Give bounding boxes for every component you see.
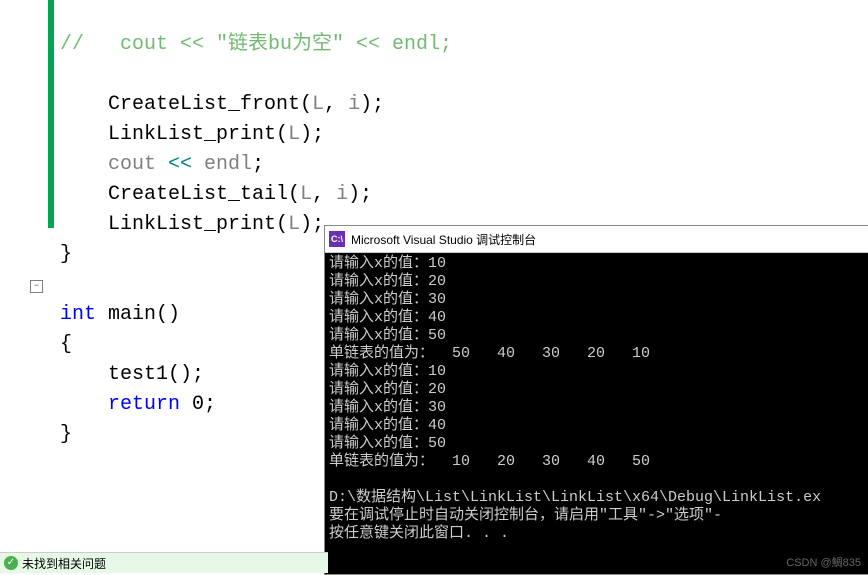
code-token: endl (204, 153, 252, 176)
console-titlebar[interactable]: C:\ Microsoft Visual Studio 调试控制台 (325, 226, 868, 253)
code-line: } (60, 423, 72, 446)
code-line: { (60, 333, 72, 356)
code-token: L (288, 123, 300, 146)
code-token: LinkList_print (108, 213, 276, 236)
code-token: L (312, 93, 324, 116)
code-token: cout (108, 153, 156, 176)
code-token: CreateList_front (108, 93, 300, 116)
code-token: ( (300, 93, 312, 116)
code-token: , (324, 93, 348, 116)
code-token: i (348, 93, 360, 116)
debug-console-window: C:\ Microsoft Visual Studio 调试控制台 请输入x的值… (324, 225, 868, 575)
code-token: L (300, 183, 312, 206)
code-line: // cout << "链表bu为空" << endl; (60, 33, 452, 56)
code-token: test1 (108, 363, 168, 386)
code-token: i (336, 183, 348, 206)
gutter: − (0, 0, 48, 573)
console-title-text: Microsoft Visual Studio 调试控制台 (351, 231, 536, 248)
status-bar: ✓ 未找到相关问题 (0, 552, 328, 573)
code-token: (); (168, 363, 204, 386)
code-line: } (60, 243, 72, 266)
code-token: ; (252, 153, 264, 176)
code-token: CreateList_tail (108, 183, 288, 206)
watermark: CSDN @鯛835 (786, 554, 861, 570)
code-token: ( (276, 123, 288, 146)
collapse-icon[interactable]: − (30, 280, 43, 293)
status-text: 未找到相关问题 (22, 555, 106, 572)
code-token: ( (276, 213, 288, 236)
code-token: 0; (180, 393, 216, 416)
code-token: L (288, 213, 300, 236)
code-token: int (60, 303, 96, 326)
code-token: ( (288, 183, 300, 206)
code-token: return (108, 393, 180, 416)
console-icon: C:\ (329, 231, 345, 247)
status-check-icon: ✓ (4, 556, 18, 570)
change-marker (48, 0, 54, 228)
code-token: , (312, 183, 336, 206)
code-token: ); (300, 213, 324, 236)
code-token: ); (300, 123, 324, 146)
code-token: ); (348, 183, 372, 206)
code-token: ); (360, 93, 384, 116)
code-token: main() (96, 303, 180, 326)
code-token: << (156, 153, 204, 176)
console-output[interactable]: 请输入x的值：10 请输入x的值：20 请输入x的值：30 请输入x的值：40 … (325, 253, 868, 557)
code-token: LinkList_print (108, 123, 276, 146)
